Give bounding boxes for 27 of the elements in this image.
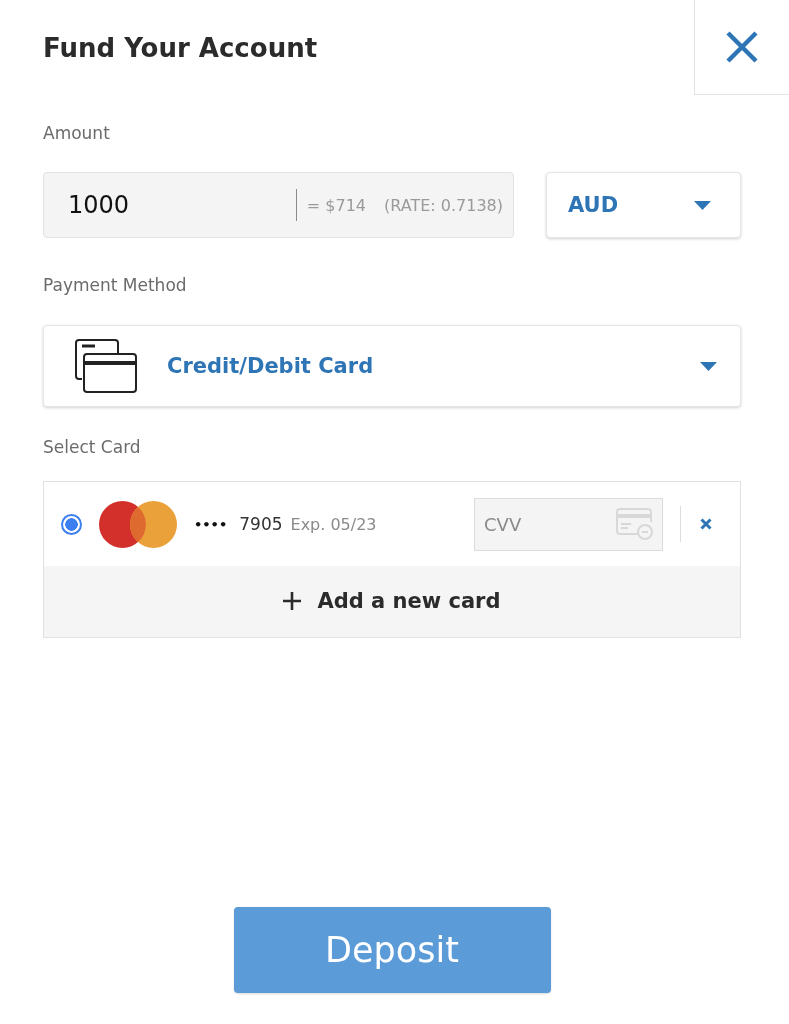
cvv-input[interactable]: CVV	[484, 513, 616, 535]
amount-field[interactable]: 1000 = $714 (RATE: 0.7138)	[43, 172, 514, 238]
payment-method-label: Payment Method	[43, 275, 187, 295]
plus-icon	[283, 591, 302, 610]
select-card-label: Select Card	[43, 437, 141, 457]
caret-icon	[694, 200, 711, 210]
currency-dropdown[interactable]: AUD	[546, 172, 741, 238]
close-icon	[725, 30, 759, 64]
credit-cards-icon	[75, 339, 137, 393]
radio-button[interactable]	[61, 513, 82, 535]
dialog-title: Fund Your Account	[43, 32, 318, 63]
payment-method-dropdown[interactable]: Credit/Debit Card	[43, 325, 741, 407]
converted-amount: = $714	[306, 195, 366, 215]
add-card-button[interactable]: Add a new card	[44, 566, 740, 637]
card-last-digits: 7905	[239, 514, 283, 534]
masked-card-number: ••••	[194, 516, 228, 532]
card-expiry: Exp. 05/23	[290, 514, 377, 534]
caret-icon	[700, 361, 717, 371]
exchange-rate: (RATE: 0.7138)	[384, 195, 503, 215]
amount-label: Amount	[43, 123, 110, 143]
cvv-field[interactable]: CVV	[474, 497, 663, 551]
card-icon	[616, 508, 654, 540]
remove-card-button[interactable]	[700, 518, 712, 530]
amount-input[interactable]: 1000	[68, 191, 296, 219]
close-icon	[700, 518, 712, 530]
overlapping-circles-icon	[99, 500, 177, 548]
close-button[interactable]	[694, 0, 789, 95]
